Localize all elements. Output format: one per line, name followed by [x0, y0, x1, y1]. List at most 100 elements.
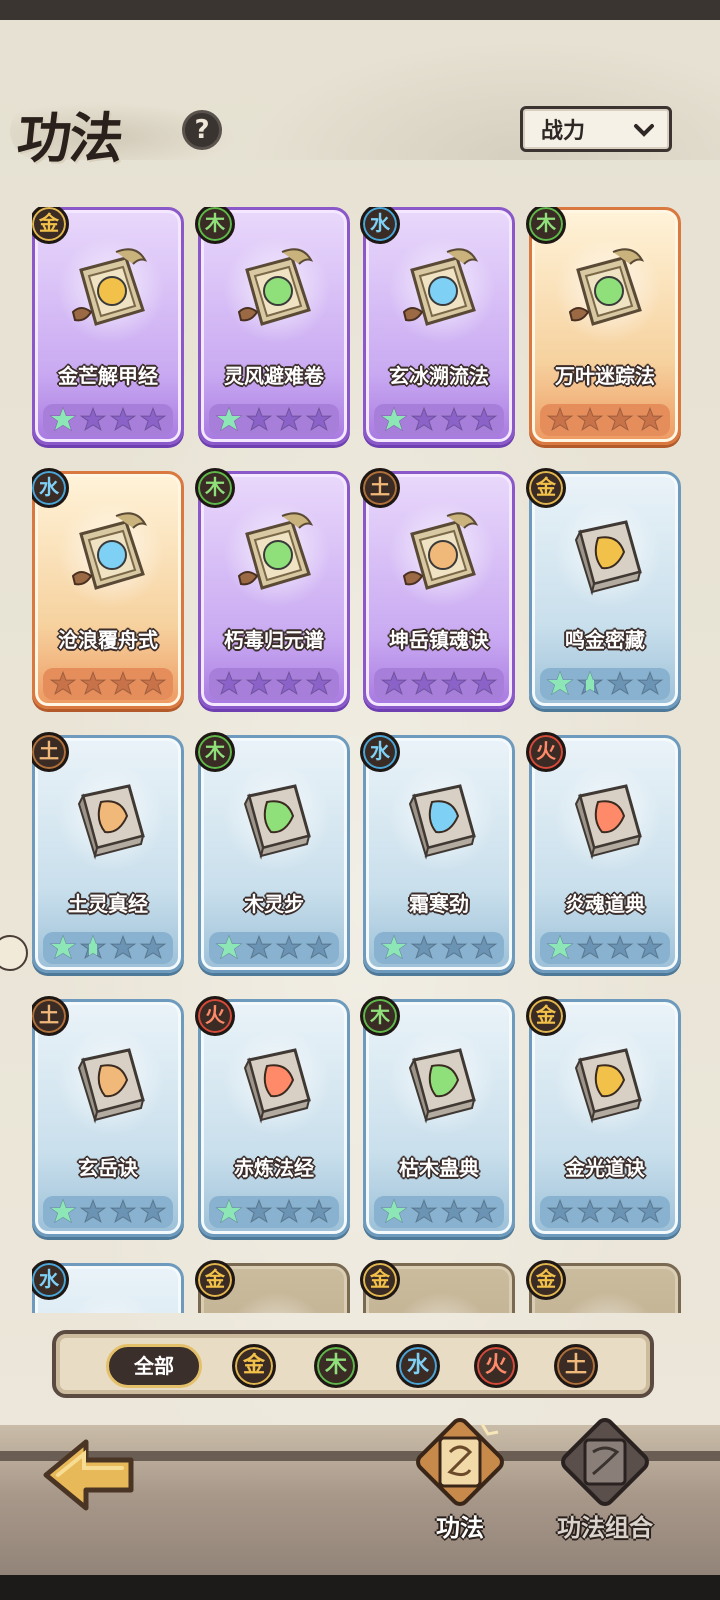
technique-name: 炎魂道典	[565, 892, 645, 916]
technique-card[interactable]: 金	[195, 1260, 350, 1313]
technique-card[interactable]: 土玄岳诀	[32, 996, 184, 1237]
star-icon	[79, 934, 107, 960]
technique-card[interactable]: 木万叶迷踪法	[526, 207, 681, 445]
star-icon	[305, 934, 333, 960]
element-badge: 水	[32, 468, 69, 508]
element-badge: 水	[32, 1260, 69, 1300]
star-icon	[410, 934, 438, 960]
star-rating	[209, 1196, 339, 1228]
technique-card[interactable]: 水玄冰溯流法	[360, 207, 515, 445]
star-icon	[606, 1198, 634, 1224]
star-icon	[410, 670, 438, 696]
help-button[interactable]: ?	[182, 110, 222, 150]
filter-gold-button[interactable]: 金	[232, 1344, 276, 1388]
technique-card[interactable]: 火炎魂道典	[526, 732, 681, 973]
star-rating	[540, 668, 670, 700]
star-icon	[305, 1198, 333, 1224]
element-badge: 金	[526, 996, 566, 1036]
star-icon	[139, 934, 167, 960]
star-icon	[109, 934, 137, 960]
header: 功法 ?	[10, 92, 250, 172]
star-icon	[245, 406, 273, 432]
earth-book-icon	[77, 784, 145, 860]
star-icon	[215, 934, 243, 960]
star-rating	[43, 404, 173, 436]
technique-card[interactable]: 金鸣金密藏	[526, 468, 681, 709]
technique-card[interactable]: 金	[526, 1260, 681, 1313]
sort-dropdown[interactable]: 战力	[520, 106, 672, 152]
star-icon	[606, 670, 634, 696]
star-icon	[410, 406, 438, 432]
technique-card[interactable]: 土坤岳镇魂诀	[360, 468, 515, 709]
star-rating	[540, 932, 670, 964]
star-icon	[380, 1198, 408, 1224]
nav-tab-technique[interactable]: 功法	[395, 1412, 525, 1562]
technique-card[interactable]: 木灵风避难卷	[195, 207, 350, 445]
technique-name: 木灵步	[244, 892, 304, 916]
star-icon	[606, 406, 634, 432]
technique-card[interactable]: 金	[360, 1260, 515, 1313]
element-badge: 水	[360, 207, 400, 244]
star-rating	[374, 932, 504, 964]
star-icon	[546, 934, 574, 960]
technique-name: 灵风避难卷	[224, 364, 324, 388]
system-nav-strip	[0, 1575, 720, 1600]
star-rating	[43, 1196, 173, 1228]
sort-dropdown-label: 战力	[541, 119, 586, 144]
star-icon	[215, 1198, 243, 1224]
technique-name: 赤炼法经	[234, 1156, 314, 1180]
fire-claw-book-icon	[243, 1048, 311, 1124]
page-title: 功法	[14, 106, 125, 170]
star-icon	[305, 406, 333, 432]
element-badge: 水	[360, 732, 400, 772]
technique-name: 金光道诀	[565, 1156, 645, 1180]
back-arrow-icon[interactable]	[36, 1430, 146, 1520]
star-icon	[440, 670, 468, 696]
golden-armor-scroll-icon	[71, 248, 148, 326]
element-badge: 金	[526, 468, 566, 508]
jade-leaf-scroll-icon	[568, 248, 645, 326]
star-icon	[49, 406, 77, 432]
card-halo	[223, 1292, 331, 1313]
technique-card[interactable]: 水	[32, 1260, 184, 1313]
leaf-book-icon	[243, 784, 311, 860]
star-icon	[380, 934, 408, 960]
poison-skull-book-icon	[408, 1048, 476, 1124]
star-icon	[440, 406, 468, 432]
star-rating	[209, 404, 339, 436]
star-icon	[380, 670, 408, 696]
star-icon	[305, 670, 333, 696]
filter-earth-button[interactable]: 土	[554, 1344, 598, 1388]
filter-water-button[interactable]: 水	[396, 1344, 440, 1388]
star-icon	[139, 406, 167, 432]
technique-card[interactable]: 金金光道诀	[526, 996, 681, 1237]
technique-card[interactable]: 木朽毒归元谱	[195, 468, 350, 709]
star-rating	[374, 404, 504, 436]
star-rating	[43, 932, 173, 964]
nav-tab-technique-combo-label: 功法组合	[557, 1514, 653, 1542]
technique-card[interactable]: 金金芒解甲经	[32, 207, 184, 445]
nav-tab-technique-combo[interactable]: 功法组合	[540, 1412, 670, 1562]
technique-name: 朽毒归元谱	[224, 628, 324, 652]
technique-card[interactable]: 水沧浪覆舟式	[32, 468, 184, 709]
technique-card[interactable]: 木枯木蛊典	[360, 996, 515, 1237]
star-icon	[636, 670, 664, 696]
filter-wood-button[interactable]: 木	[314, 1344, 358, 1388]
star-icon	[245, 934, 273, 960]
filter-fire-button[interactable]: 火	[474, 1344, 518, 1388]
star-icon	[109, 406, 137, 432]
star-icon	[79, 670, 107, 696]
earth-rock-scroll-icon	[402, 512, 479, 590]
star-rating	[540, 404, 670, 436]
element-badge: 木	[195, 468, 235, 508]
technique-name: 坤岳镇魂诀	[389, 628, 489, 652]
technique-card[interactable]: 土土灵真经	[32, 732, 184, 973]
filter-all-button[interactable]: 全部	[106, 1344, 202, 1388]
star-icon	[49, 934, 77, 960]
element-badge: 木	[526, 207, 566, 244]
technique-card[interactable]: 水霜寒劲	[360, 732, 515, 973]
technique-card[interactable]: 火赤炼法经	[195, 996, 350, 1237]
star-icon	[139, 670, 167, 696]
gold-burst-book-icon	[574, 1048, 642, 1124]
technique-card[interactable]: 木木灵步	[195, 732, 350, 973]
